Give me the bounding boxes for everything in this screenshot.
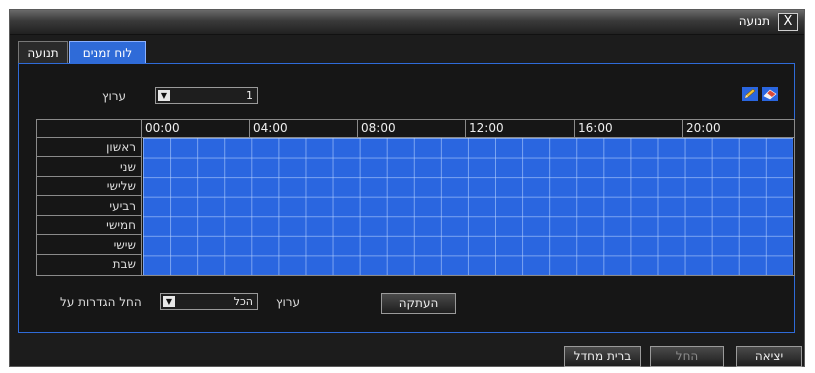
- hour-label: 12:00: [469, 121, 504, 135]
- title-bar: תנועה X: [10, 10, 804, 35]
- day-label-thursday: חמישי: [37, 216, 142, 236]
- eraser-icon[interactable]: [762, 87, 778, 101]
- hour-label: 16:00: [578, 121, 613, 135]
- tab-motion[interactable]: תנועה: [18, 41, 68, 63]
- hour-label: 00:00: [145, 121, 180, 135]
- schedule-grid: 00:00 04:00 08:00 12:00 16:00 20:00 ראשו…: [36, 119, 795, 276]
- window-title: תנועה: [738, 14, 770, 28]
- day-column-divider: [141, 120, 142, 275]
- channel-select-value: 1: [246, 89, 253, 102]
- pencil-icon[interactable]: [742, 87, 758, 101]
- day-label-sunday: ראשון: [37, 138, 142, 157]
- day-label-friday: שישי: [37, 236, 142, 255]
- day-label-monday: שני: [37, 158, 142, 177]
- chevron-down-icon: ▼: [158, 90, 170, 101]
- apply-target-value: הכל: [233, 295, 253, 308]
- day-label-saturday: שבת: [112, 257, 136, 272]
- hour-tick: [682, 120, 683, 137]
- schedule-cells[interactable]: [143, 138, 793, 275]
- hour-tick: [249, 120, 250, 137]
- chevron-down-icon: ▼: [163, 296, 175, 307]
- channel-label-bottom: ערוץ: [276, 295, 301, 309]
- channel-select[interactable]: ▼ 1: [155, 87, 258, 104]
- exit-button[interactable]: יציאה: [736, 346, 802, 367]
- hour-tick: [357, 120, 358, 137]
- tab-schedule[interactable]: לוח זמנים: [69, 41, 146, 63]
- apply-button[interactable]: החל: [650, 346, 724, 367]
- default-button[interactable]: ברית מחדל: [564, 346, 641, 367]
- hour-label: 20:00: [686, 121, 721, 135]
- hour-tick: [465, 120, 466, 137]
- day-label-tuesday: שלישי: [37, 177, 142, 197]
- apply-settings-label: החל הגדרות על: [60, 295, 142, 309]
- close-button[interactable]: X: [778, 13, 798, 31]
- apply-target-select[interactable]: ▼ הכל: [160, 293, 258, 310]
- hour-header: 00:00 04:00 08:00 12:00 16:00 20:00: [37, 120, 794, 138]
- hour-label: 04:00: [253, 121, 288, 135]
- channel-label: ערוץ: [102, 89, 127, 103]
- copy-button[interactable]: העתקה: [381, 293, 456, 314]
- hour-label: 08:00: [361, 121, 396, 135]
- hour-tick: [574, 120, 575, 137]
- day-label-wednesday: רביעי: [37, 197, 142, 216]
